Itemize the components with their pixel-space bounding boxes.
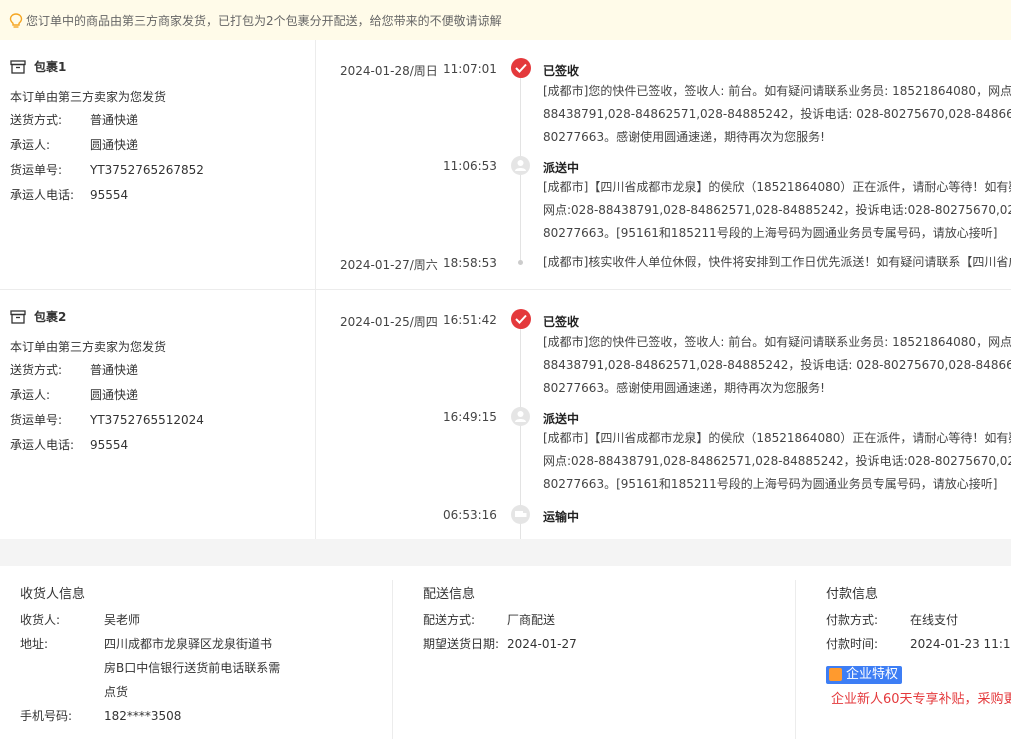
timeline-time: 11:07:01	[443, 62, 497, 76]
address-line: 房B口中信银行送货前电话联系需	[104, 661, 281, 675]
timeline-status: 派送中	[543, 161, 580, 175]
delivery-person-icon	[511, 156, 530, 175]
delivery-method: 厂商配送	[507, 613, 556, 627]
enterprise-promo-link[interactable]: 企业新人60天专享补贴，采购更省钱	[831, 688, 1011, 707]
payment-method-label: 付款方式:	[826, 613, 879, 627]
timeline-status: 已签收	[543, 315, 580, 329]
timeline-status: 派送中	[543, 412, 580, 426]
timeline-detail: [成都市]您的快件已签收，签收人: 前台。如有疑问请联系业务员: 1852186…	[543, 335, 1011, 395]
order-info-section: 收货人信息 收货人: 吴老师 地址: 四川成都市龙泉驿区龙泉街道书 房B口中信银…	[0, 566, 1011, 739]
transit-truck-icon	[511, 505, 530, 524]
delivery-title: 配送信息	[423, 587, 476, 602]
timeline-time: 16:49:15	[443, 410, 497, 424]
delivery-person-icon	[511, 407, 530, 426]
lightbulb-icon	[9, 13, 23, 28]
address-line: 点货	[104, 685, 129, 699]
package-2: 包裹2 本订单由第三方卖家为您发货 送货方式: 普通快递 承运人: 圆通快递 货运单…	[0, 290, 1011, 539]
timeline-date: 2024-01-28/周日	[340, 64, 438, 78]
address-label: 地址:	[20, 637, 49, 651]
timeline-date: 2024-01-25/周四	[340, 315, 438, 329]
package-box-icon	[10, 60, 26, 74]
divider	[795, 580, 796, 739]
receiver-title: 收货人信息	[20, 587, 86, 602]
receiver-info: 收货人信息 收货人: 吴老师 地址: 四川成都市龙泉驿区龙泉街道书 房B口中信银…	[20, 566, 392, 739]
expected-date: 2024-01-27	[507, 637, 577, 651]
package-title: 包裹2	[10, 308, 66, 325]
package-subtitle: 本订单由第三方卖家为您发货	[10, 90, 167, 104]
timeline-status: 运输中	[543, 510, 580, 524]
tracking-number: 货运单号: YT3752765267852	[10, 163, 204, 177]
check-icon	[511, 309, 531, 329]
timeline-detail: [成都市]【四川省成都市龙泉】的侯欣（18521864080）正在派件，请耐心等…	[543, 180, 1011, 240]
delivery-method-label: 配送方式:	[423, 613, 476, 627]
carrier: 承运人: 圆通快递	[10, 138, 139, 152]
payment-time: 2024-01-23 11:17:11	[910, 637, 1011, 651]
package-info: 包裹1 本订单由第三方卖家为您发货 送货方式: 普通快递 承运人: 圆通快递 货运单…	[0, 40, 316, 289]
payment-title: 付款信息	[826, 587, 879, 602]
delivery-info: 配送信息 配送方式: 厂商配送 期望送货日期: 2024-01-27	[423, 566, 795, 739]
carrier-phone: 承运人电话: 95554	[10, 438, 129, 452]
phone-label: 手机号码:	[20, 709, 73, 723]
timeline-time: 18:58:53	[443, 256, 497, 270]
payment-method: 在线支付	[910, 613, 959, 627]
timeline-time: 16:51:42	[443, 313, 497, 327]
enterprise-privilege-badge[interactable]: 企业特权	[826, 666, 903, 684]
address-line: 四川成都市龙泉驿区龙泉街道书	[104, 637, 273, 651]
package-subtitle: 本订单由第三方卖家为您发货	[10, 340, 167, 354]
tracking-timeline[interactable]: 2024-01-28/周日 11:07:01 已签收 [成都市]您的快件已签收，…	[316, 40, 1011, 289]
timeline-time: 06:53:16	[443, 508, 497, 522]
gift-icon	[829, 668, 842, 681]
notice-bar: 您订单中的商品由第三方商家发货，已打包为2个包裹分开配送，给您带来的不便敬请谅解	[0, 0, 1011, 40]
timeline-date: 2024-01-27/周六	[340, 258, 438, 272]
timeline-detail: [成都市]核实收件人单位休假，快件将安排到工作日优先派送！如有疑问请联系【四川省…	[543, 255, 1011, 269]
timeline-detail: [成都市]您的快件已签收，签收人: 前台。如有疑问请联系业务员: 1852186…	[543, 84, 1011, 144]
check-icon	[511, 58, 531, 78]
timeline-time: 11:06:53	[443, 159, 497, 173]
timeline-detail: [成都市]【四川省成都市龙泉】的侯欣（18521864080）正在派件，请耐心等…	[543, 431, 1011, 491]
tracking-number: 货运单号: YT3752765512024	[10, 413, 204, 427]
shipping-method: 送货方式: 普通快递	[10, 363, 139, 377]
expected-date-label: 期望送货日期:	[423, 637, 500, 651]
payment-info: 付款信息 付款方式: 在线支付 付款时间: 2024-01-23 11:17:1…	[826, 566, 1011, 739]
phone-number: 182****3508	[104, 709, 182, 723]
divider	[392, 580, 393, 739]
payment-time-label: 付款时间:	[826, 637, 879, 651]
timeline-status: 已签收	[543, 64, 580, 78]
receiver-name-label: 收货人:	[20, 613, 61, 627]
timeline-dot	[518, 260, 523, 265]
shipping-method: 送货方式: 普通快递	[10, 113, 139, 127]
package-info: 包裹2 本订单由第三方卖家为您发货 送货方式: 普通快递 承运人: 圆通快递 货运单…	[0, 290, 316, 539]
carrier: 承运人: 圆通快递	[10, 388, 139, 402]
package-title: 包裹1	[10, 58, 66, 75]
carrier-phone: 承运人电话: 95554	[10, 188, 129, 202]
tracking-timeline[interactable]: 2024-01-25/周四 16:51:42 已签收 [成都市]您的快件已签收，…	[316, 290, 1011, 539]
packages-section: 包裹1 本订单由第三方卖家为您发货 送货方式: 普通快递 承运人: 圆通快递 货运单…	[0, 40, 1011, 539]
notice-text: 您订单中的商品由第三方商家发货，已打包为2个包裹分开配送，给您带来的不便敬请谅解	[26, 14, 502, 28]
package-box-icon	[10, 310, 26, 324]
receiver-name: 吴老师	[104, 613, 141, 627]
package-1: 包裹1 本订单由第三方卖家为您发货 送货方式: 普通快递 承运人: 圆通快递 货运单…	[0, 40, 1011, 290]
